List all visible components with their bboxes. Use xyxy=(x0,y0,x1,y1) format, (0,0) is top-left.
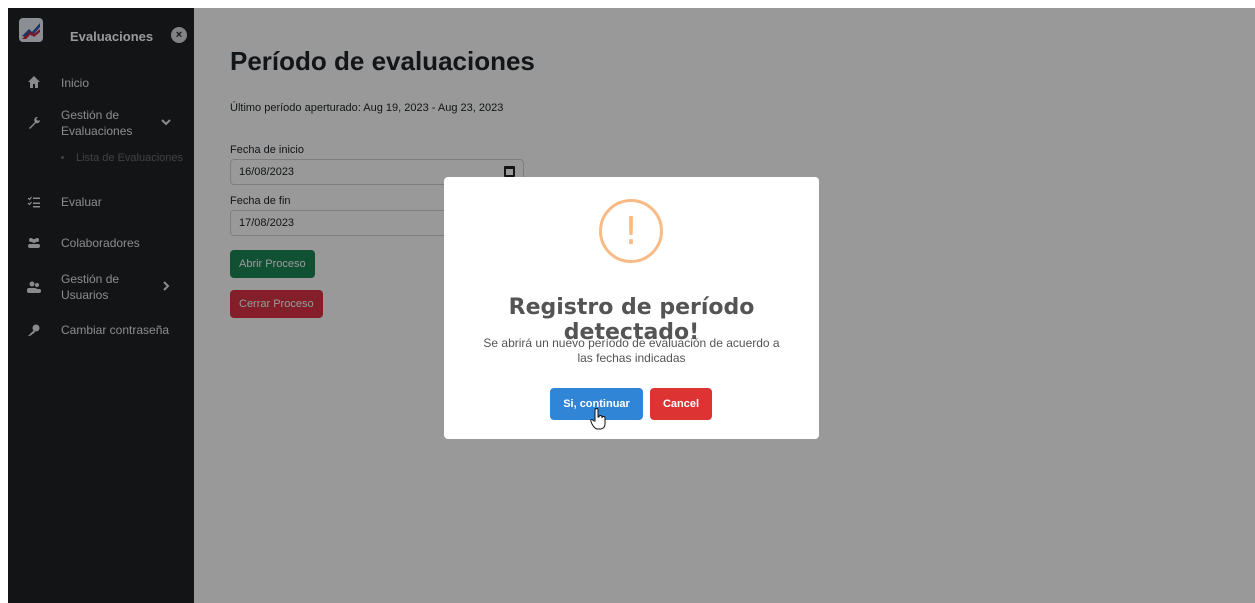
app-frame: Evaluaciones × Inicio Gestión de Evaluac… xyxy=(8,8,1255,603)
warning-icon: ! xyxy=(599,199,663,263)
dialog-message-line1: Se abrirá un nuevo período de evaluación… xyxy=(483,336,780,350)
cancel-button[interactable]: Cancel xyxy=(650,388,712,420)
confirm-dialog: ! Registro de período detectado! Se abri… xyxy=(444,177,819,439)
dialog-message-line2: las fechas indicadas xyxy=(577,351,686,365)
hand-cursor-icon xyxy=(590,407,606,430)
dialog-message: Se abrirá un nuevo período de evaluación… xyxy=(464,336,799,366)
